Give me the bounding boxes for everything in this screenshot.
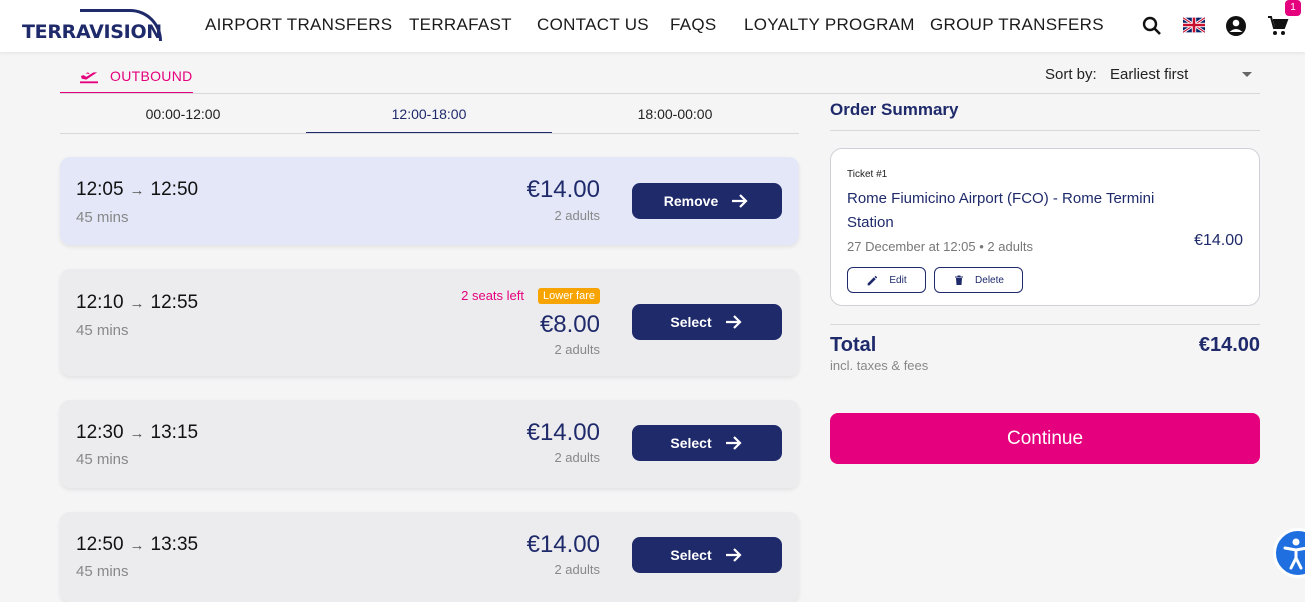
tab-outbound-label: OUTBOUND [110, 68, 193, 84]
fare-price: €8.00 [539, 311, 600, 338]
arrow-right-icon [732, 194, 748, 208]
button-label: Remove [663, 193, 719, 209]
arrow-right-icon [725, 315, 742, 329]
cart-icon[interactable] [1266, 14, 1290, 38]
button-label: Select [670, 435, 712, 451]
terravision-logo[interactable]: TERRAVISION [20, 9, 162, 43]
tab-outbound[interactable]: OUTBOUND [60, 60, 193, 94]
passenger-count: 2 adults [554, 342, 600, 357]
lower-fare-badge: Lower fare [538, 288, 600, 304]
duration: 45 mins [76, 209, 129, 226]
duration: 45 mins [76, 322, 129, 339]
divider [60, 93, 1260, 94]
top-navbar: TERRAVISION AIRPORT TRANSFERS TERRAFAST … [0, 0, 1305, 52]
select-button[interactable]: Select [632, 304, 782, 340]
arrow-right-icon: → [129, 181, 145, 199]
journey-times: 12:05 → 12:50 [76, 179, 198, 201]
nav-contact-us[interactable]: CONTACT US [537, 15, 649, 35]
arrival-time: 12:55 [150, 292, 199, 313]
ticket-date: 27 December at 12:05 • 2 adults [847, 239, 1033, 254]
nav-group-transfers[interactable]: GROUP TRANSFERS [930, 15, 1104, 35]
total-value: €14.00 [1198, 334, 1260, 356]
journey-times: 12:10 → 12:55 [76, 292, 198, 314]
duration: 45 mins [76, 563, 129, 580]
accessibility-widget-button[interactable] [1273, 528, 1305, 578]
ticket-number: Ticket #1 [847, 169, 888, 180]
departure-time: 12:05 [76, 179, 124, 200]
arrow-right-icon [725, 436, 742, 450]
nav-airport-transfers[interactable]: AIRPORT TRANSFERS [205, 15, 392, 35]
ticket-route: Rome Fiumicino Airport (FCO) - Rome Term… [847, 190, 1155, 231]
result-card: 12:05 → 12:50 45 mins €14.00 2 adults Remo… [60, 157, 799, 245]
slot-afternoon[interactable]: 12:00-18:00 [306, 106, 552, 134]
delete-button[interactable]: Delete [934, 267, 1023, 293]
divider [830, 324, 1260, 325]
arrow-right-icon: → [129, 536, 145, 554]
slot-evening[interactable]: 18:00-00:00 [552, 106, 798, 134]
ticket-card: Ticket #1 Rome Fiumicino Airport (FCO) -… [830, 148, 1260, 306]
slots-divider [60, 133, 799, 134]
uk-flag-icon[interactable] [1183, 17, 1205, 33]
order-summary-title: Order Summary [830, 100, 959, 119]
departure-time: 12:30 [76, 422, 124, 443]
nav-faqs[interactable]: FAQS [670, 15, 717, 35]
duration: 45 mins [76, 451, 129, 468]
button-label: Select [670, 547, 712, 563]
seats-left: 2 seats left [461, 288, 524, 303]
arrow-right-icon [725, 548, 742, 562]
passenger-count: 2 adults [554, 208, 600, 223]
passenger-count: 2 adults [554, 450, 600, 465]
sort-select[interactable]: Earliest first [1110, 66, 1188, 83]
nav-terrafast[interactable]: TERRAFAST [409, 15, 512, 35]
taxes-note: incl. taxes & fees [830, 358, 929, 373]
cart-count-badge: 1 [1285, 0, 1301, 16]
arrow-right-icon: → [129, 424, 145, 442]
journey-times: 12:50 → 13:35 [76, 534, 198, 556]
button-label: Select [670, 314, 712, 330]
journey-times: 12:30 → 13:15 [76, 422, 198, 444]
select-button[interactable]: Select [632, 425, 782, 461]
result-card: 12:10 → 12:55 45 mins 2 seats left Lower f… [60, 269, 799, 376]
account-icon[interactable] [1224, 14, 1248, 38]
search-icon[interactable] [1140, 14, 1164, 38]
arrival-time: 13:15 [150, 422, 199, 443]
continue-button[interactable]: Continue [830, 413, 1260, 464]
remove-button[interactable]: Remove [632, 183, 782, 219]
total-label: Total [830, 334, 877, 356]
accessibility-icon [1283, 538, 1305, 570]
result-card: 12:30 → 13:15 45 mins €14.00 2 adults Sele… [60, 400, 799, 488]
departure-time: 12:10 [76, 292, 124, 313]
result-card: 12:50 → 13:35 45 mins €14.00 2 adults Sele… [60, 512, 799, 602]
departure-time: 12:50 [76, 534, 124, 555]
trash-icon [955, 275, 964, 285]
edit-button[interactable]: Edit [847, 267, 926, 293]
arrival-time: 13:35 [150, 534, 199, 555]
arrival-time: 12:50 [150, 179, 199, 200]
sort-label: Sort by: [1045, 66, 1097, 83]
plane-departure-icon [80, 72, 98, 84]
arrow-right-icon: → [129, 294, 145, 312]
slot-morning[interactable]: 00:00-12:00 [60, 106, 306, 134]
pencil-icon [868, 275, 878, 285]
chevron-down-icon[interactable] [1242, 72, 1252, 77]
edit-label: Edit [889, 274, 907, 286]
delete-label: Delete [975, 274, 1004, 286]
select-button[interactable]: Select [632, 537, 782, 573]
divider [830, 130, 1260, 131]
fare-price: €14.00 [526, 531, 600, 558]
ticket-price: €14.00 [1194, 232, 1243, 249]
fare-price: €14.00 [526, 176, 600, 203]
nav-loyalty-program[interactable]: LOYALTY PROGRAM [744, 15, 915, 35]
logo-text: TERRAVISION [22, 21, 162, 43]
passenger-count: 2 adults [554, 562, 600, 577]
fare-price: €14.00 [526, 419, 600, 446]
